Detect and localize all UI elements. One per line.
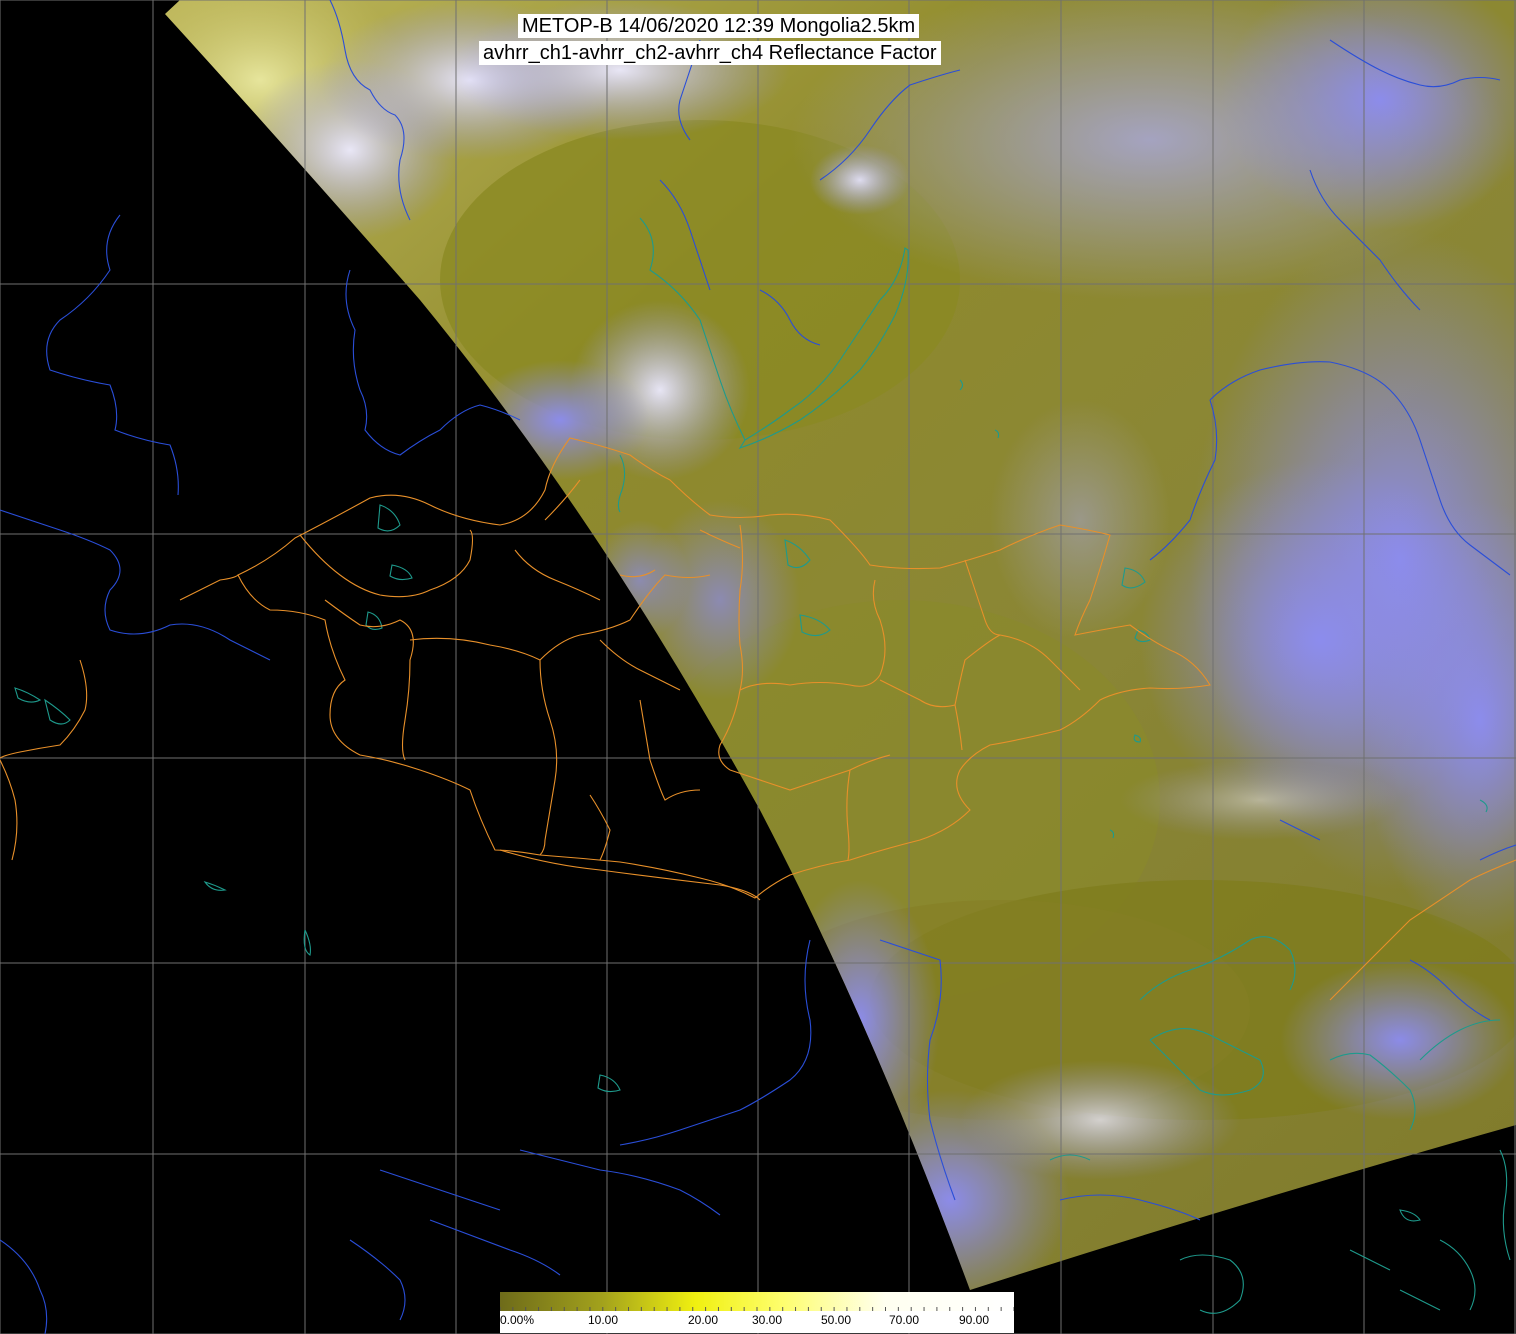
colorbar-label: 20.00 — [688, 1313, 719, 1327]
colorbar-label: 0.00% — [500, 1313, 535, 1327]
colorbar-labels: 0.00% 10.00 20.00 30.00 50.00 70.00 90.0… — [500, 1311, 1014, 1333]
title-line-1: METOP-B 14/06/2020 12:39 Mongolia2.5km — [518, 14, 920, 38]
colorbar-label: 30.00 — [752, 1313, 783, 1327]
colorbar-label: 90.00 — [959, 1313, 990, 1327]
colorbar-gradient — [500, 1292, 1014, 1311]
colorbar: 0.00% 10.00 20.00 30.00 50.00 70.00 90.0… — [500, 1292, 1014, 1333]
colorbar-label: 50.00 — [821, 1313, 852, 1327]
title-line-2: avhrr_ch1-avhrr_ch2-avhrr_ch4 Reflectanc… — [479, 41, 941, 65]
colorbar-label: 10.00 — [588, 1313, 619, 1327]
colorbar-label: 70.00 — [889, 1313, 920, 1327]
satellite-map — [0, 0, 1516, 1334]
